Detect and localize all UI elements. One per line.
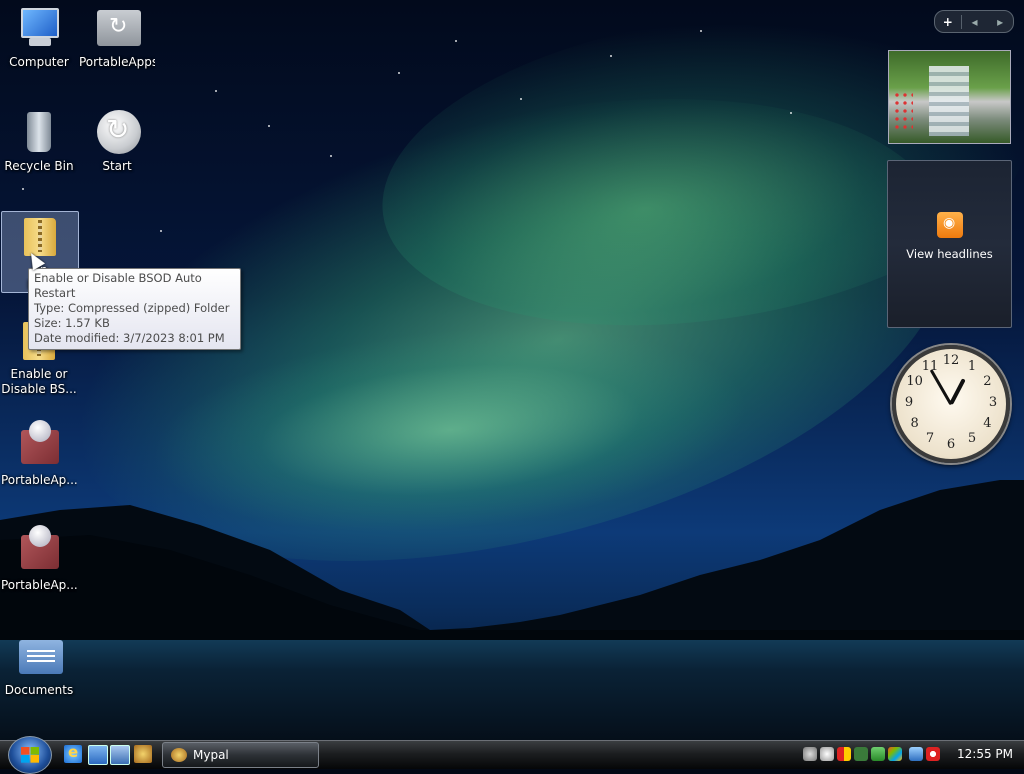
- desktop-icon-recycle-bin[interactable]: Recycle Bin: [1, 108, 77, 174]
- next-page-button[interactable]: ▸: [987, 15, 1013, 29]
- clock-numeral: 10: [906, 374, 923, 389]
- documents-folder-icon: [15, 632, 63, 680]
- taskbar-clock[interactable]: 12:55 PM: [957, 747, 1017, 761]
- windows-update-icon[interactable]: [888, 747, 902, 761]
- desktop-icon-label: Start: [102, 159, 132, 173]
- desktop-icon-label: Computer: [9, 55, 69, 69]
- clock-gadget[interactable]: 12 1 2 3 4 5 6 7 8 9 10 11: [888, 341, 1010, 463]
- desktop-icon-computer[interactable]: Computer: [1, 4, 77, 70]
- desktop-icon-label: PortableApps: [79, 55, 155, 69]
- volume-muted-icon[interactable]: [926, 747, 940, 761]
- taskbar: Mypal 12:55 PM: [0, 736, 1024, 774]
- clock-numeral: 2: [983, 374, 992, 389]
- desktop-icon-label: Documents: [4, 683, 74, 697]
- computer-icon: [15, 4, 63, 52]
- file-tooltip: Enable or Disable BSOD Auto Restart Type…: [28, 268, 241, 350]
- gadget-toolbar: + ◂ ▸: [934, 10, 1014, 33]
- star: [268, 125, 270, 127]
- taskbar-button-mypal[interactable]: Mypal: [162, 742, 319, 768]
- mypal-icon[interactable]: [134, 745, 152, 763]
- feed-headlines-gadget[interactable]: View headlines: [887, 160, 1012, 328]
- desktop-icon-label: PortableAp...: [1, 473, 77, 487]
- star: [455, 40, 457, 42]
- clock-numeral: 1: [967, 358, 977, 374]
- mountain-silhouette: [0, 480, 1024, 660]
- star: [610, 55, 612, 57]
- star: [330, 155, 332, 157]
- desktop-icon-portableapps-1[interactable]: PortableAp...: [1, 420, 77, 488]
- clock-numeral: 3: [988, 395, 998, 410]
- zip-folder-icon: [16, 212, 64, 260]
- clock-numeral: 7: [925, 431, 935, 447]
- desktop-icon-portableapps-folder[interactable]: PortableApps: [79, 4, 155, 70]
- clock-numeral: 4: [983, 416, 992, 431]
- portableapps-start-icon: [93, 108, 141, 156]
- start-button[interactable]: [8, 736, 52, 774]
- defender-icon[interactable]: [854, 747, 868, 761]
- clock-face: 12 1 2 3 4 5 6 7 8 9 10 11: [892, 345, 1010, 463]
- portableapps-package-icon: [15, 420, 63, 470]
- star: [160, 230, 162, 232]
- switch-windows-icon[interactable]: [110, 745, 130, 765]
- tooltip-size: Size: 1.57 KB: [34, 316, 110, 330]
- clock-numeral: 5: [967, 431, 977, 447]
- lake-reflection: [0, 640, 1024, 740]
- usb-icon[interactable]: [803, 747, 817, 761]
- rss-icon: [937, 212, 963, 238]
- show-desktop-icon[interactable]: [88, 745, 108, 765]
- star: [398, 72, 400, 74]
- desktop-icon-start[interactable]: Start: [79, 108, 155, 174]
- desktop-icon-label: Recycle Bin: [4, 159, 74, 173]
- previous-page-button[interactable]: ◂: [962, 15, 988, 29]
- flowers-photo: [893, 91, 913, 131]
- clock-hour-hand: [949, 378, 966, 405]
- star: [215, 90, 217, 92]
- display-icon[interactable]: [909, 747, 923, 761]
- tooltip-type: Type: Compressed (zipped) Folder: [34, 301, 230, 315]
- add-gadget-button[interactable]: +: [935, 14, 962, 29]
- desktop-icon-label-line1: Enable or: [10, 367, 68, 381]
- clock-numeral: 9: [904, 395, 914, 410]
- clock-numeral: 8: [910, 416, 919, 431]
- star: [22, 188, 24, 190]
- star: [520, 98, 522, 100]
- desktop-icon-portableapps-2[interactable]: PortableAp...: [1, 525, 77, 593]
- star: [790, 112, 792, 114]
- waterfall-photo: [929, 66, 969, 136]
- portableapps-package-icon: [15, 525, 63, 575]
- internet-explorer-icon[interactable]: [64, 743, 82, 763]
- mypal-icon: [171, 748, 187, 762]
- recycle-bin-icon: [15, 108, 63, 156]
- view-headlines-link[interactable]: View headlines: [888, 247, 1011, 261]
- tooltip-name: Enable or Disable BSOD Auto Restart: [34, 271, 202, 300]
- network-icon[interactable]: [871, 747, 885, 761]
- portableapps-folder-icon: [93, 4, 141, 52]
- clock-numeral: 6: [946, 437, 956, 452]
- desktop-icon-label-line2: Disable BS...: [1, 382, 77, 396]
- star: [700, 30, 702, 32]
- desktop-icon-documents[interactable]: Documents: [1, 632, 77, 698]
- security-shield-icon[interactable]: [837, 747, 851, 761]
- slideshow-gadget[interactable]: [888, 50, 1011, 144]
- tooltip-date-modified: Date modified: 3/7/2023 8:01 PM: [34, 331, 225, 345]
- system-tray: 12:55 PM: [803, 743, 1017, 765]
- task-label: Mypal: [193, 748, 229, 762]
- clock-minute-hand: [929, 368, 953, 405]
- clock-numeral: 12: [942, 353, 960, 368]
- desktop-icon-label: PortableAp...: [1, 578, 77, 592]
- portableapps-tray-icon[interactable]: [820, 747, 834, 761]
